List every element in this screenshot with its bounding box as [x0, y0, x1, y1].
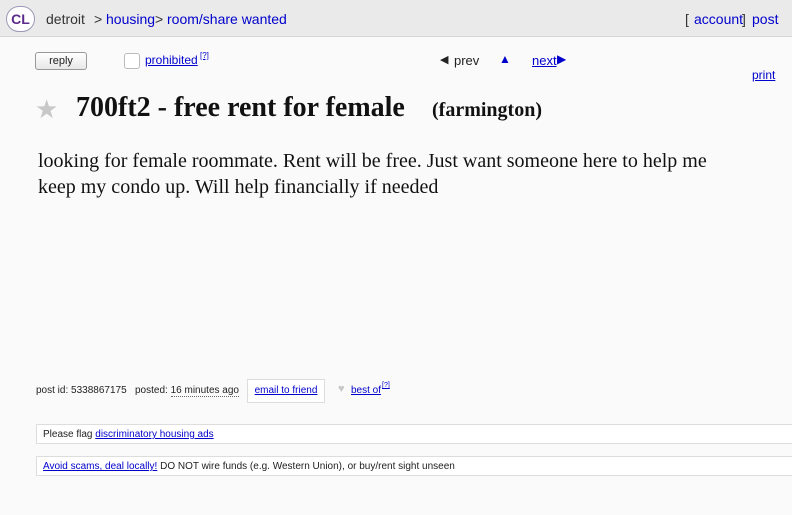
prohibited-link[interactable]: prohibited	[145, 53, 198, 67]
prev-label: prev	[454, 53, 480, 68]
best-of-help-link[interactable]: [?]	[382, 382, 390, 389]
posted-time: 16 minutes ago	[170, 385, 239, 397]
breadcrumb-separator: >	[155, 11, 164, 27]
next-link[interactable]: next	[532, 53, 557, 68]
craigslist-logo[interactable]: CL	[6, 6, 35, 32]
best-of-link[interactable]: best of	[351, 385, 381, 396]
posting-title: 700ft2 - free rent for female	[76, 92, 405, 123]
breadcrumb-city[interactable]: detroit	[46, 11, 85, 27]
flag-notice-text: Please flag	[43, 429, 93, 440]
avoid-scams-link[interactable]: Avoid scams, deal locally!	[43, 461, 157, 472]
flag-notice: Please flag discriminatory housing ads	[36, 424, 792, 444]
posted-info: posted: 16 minutes ago	[135, 385, 239, 397]
posting-location: (farmington)	[432, 99, 542, 121]
print-link[interactable]: print	[752, 68, 775, 82]
breadcrumb-room-share-wanted[interactable]: room/share wanted	[167, 11, 287, 27]
scam-notice: Avoid scams, deal locally! DO NOT wire f…	[36, 456, 792, 476]
scam-notice-text: DO NOT wire funds (e.g. Western Union), …	[160, 461, 455, 472]
discriminatory-housing-ads-link[interactable]: discriminatory housing ads	[95, 429, 213, 440]
prohibited-help-link[interactable]: [?]	[200, 51, 209, 60]
prev-arrow-icon: ◀	[440, 54, 449, 66]
account-bracket-right: ]	[742, 11, 746, 27]
breadcrumb-separator: >	[94, 11, 103, 27]
email-to-friend-link[interactable]: email to friend	[255, 385, 318, 396]
top-bar: CL detroit > housing > room/share wanted…	[0, 0, 792, 37]
up-arrow-icon[interactable]: ▲	[499, 52, 511, 66]
star-icon[interactable]: ★	[35, 94, 58, 125]
account-bracket-left: [	[685, 11, 689, 27]
account-link[interactable]: account	[694, 11, 743, 27]
reply-button[interactable]: reply	[35, 52, 87, 70]
prohibited-checkbox[interactable]	[124, 53, 140, 69]
post-link[interactable]: post	[752, 11, 778, 27]
breadcrumb-housing[interactable]: housing	[106, 11, 155, 27]
heart-icon[interactable]: ♥	[338, 383, 345, 395]
next-arrow-icon[interactable]: ▶	[557, 52, 566, 66]
posted-label: posted:	[135, 385, 168, 396]
email-to-friend-button[interactable]: email to friend	[247, 379, 325, 403]
post-id: post id: 5338867175	[36, 385, 127, 396]
posting-body: looking for female roommate. Rent will b…	[38, 150, 707, 198]
